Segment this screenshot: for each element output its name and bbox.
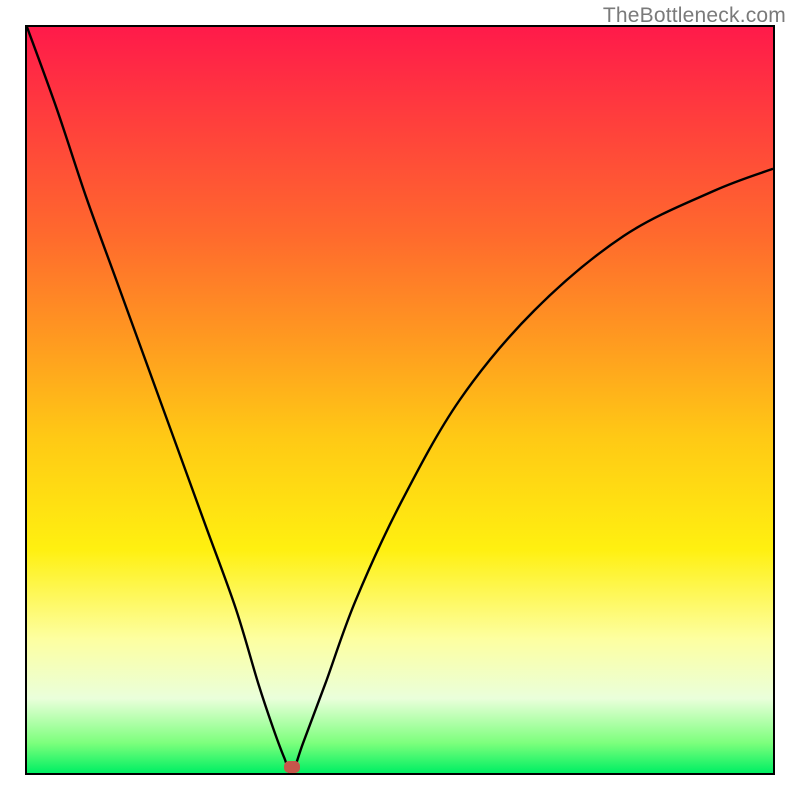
optimal-marker <box>284 761 300 773</box>
chart-container: TheBottleneck.com <box>0 0 800 800</box>
plot-frame <box>25 25 775 775</box>
bottleneck-curve <box>27 27 773 773</box>
watermark-text: TheBottleneck.com <box>603 4 786 28</box>
